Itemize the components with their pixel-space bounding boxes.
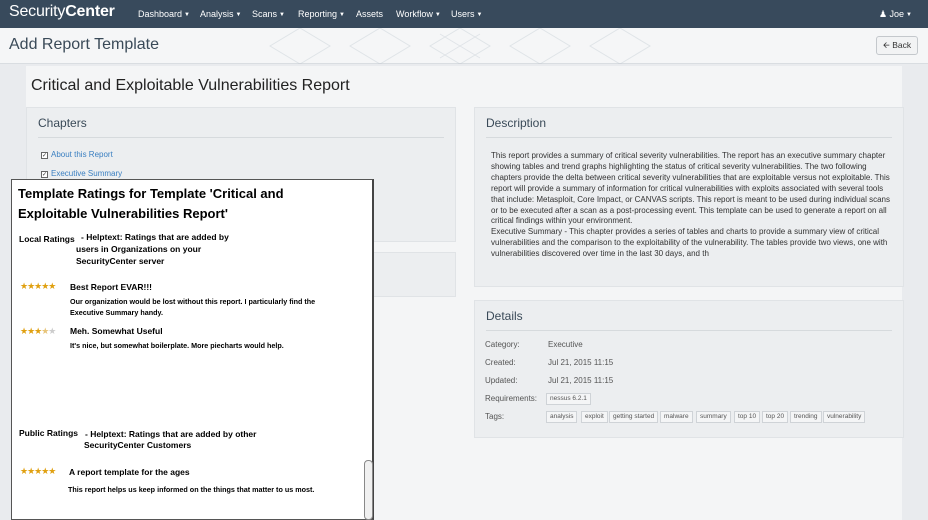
ratings-overlay: Template Ratings for Template 'Critical …: [11, 179, 374, 520]
created-label: Created:: [485, 358, 516, 367]
nav-scans-label: Scans: [252, 9, 278, 19]
created-value: Jul 21, 2015 11:15: [548, 358, 614, 367]
review-title: Best Report EVAR!!!: [70, 282, 153, 292]
tags-label: Tags:: [485, 412, 505, 421]
nav-analysis[interactable]: Analysis ▼: [200, 9, 241, 19]
checkbox-icon[interactable]: ✓: [41, 171, 48, 178]
chapter-item[interactable]: ✓ About this Report: [41, 150, 113, 159]
back-button[interactable]: 🡨 Back: [876, 36, 918, 55]
nav-users[interactable]: Users ▼: [451, 9, 482, 19]
description-paragraph: This report provides a summary of critic…: [491, 151, 890, 226]
header-decoration: [269, 28, 651, 64]
caret-down-icon: ▼: [235, 12, 242, 18]
requirements-label: Requirements:: [485, 394, 538, 403]
star-rating-icon: ★★★★★: [20, 466, 56, 476]
local-ratings-help: users in Organizations on your: [76, 244, 202, 254]
caret-down-icon: ▼: [476, 12, 483, 18]
tag-badge: summary: [696, 411, 731, 423]
tag-badge: trending: [790, 411, 822, 423]
caret-down-icon: ▼: [279, 12, 285, 18]
details-title: Details: [486, 309, 523, 323]
review-title: A report template for the ages: [69, 467, 190, 477]
public-ratings-help: - Helptext: Ratings that are added by ot…: [85, 429, 257, 439]
nav-workflow[interactable]: Workflow ▼: [396, 9, 441, 19]
updated-value: Jul 21, 2015 11:15: [548, 376, 614, 385]
review-body: This report helps us keep informed on th…: [68, 485, 315, 494]
nav-reporting-label: Reporting: [298, 9, 338, 19]
chapters-title: Chapters: [38, 116, 87, 130]
tag-badge: analysis: [546, 411, 578, 423]
public-ratings-help: SecurityCenter Customers: [84, 440, 192, 450]
review-body: Our organization would be lost without t…: [70, 297, 316, 306]
tag-badge: getting started: [609, 411, 659, 423]
caret-down-icon: ▼: [434, 12, 441, 18]
nav-dashboard[interactable]: Dashboard ▼: [138, 9, 190, 19]
chapter-item-label: About this Report: [51, 150, 113, 159]
scrollbar-thumb[interactable]: [364, 460, 373, 520]
back-button-label: Back: [892, 40, 912, 50]
public-ratings-label: Public Ratings: [19, 428, 79, 438]
tag-badge: vulnerability: [823, 411, 866, 423]
chapter-item-label: Executive Summary: [51, 169, 123, 178]
nav-reporting[interactable]: Reporting ▼: [298, 9, 345, 19]
description-text: This report provides a summary of critic…: [491, 151, 891, 260]
brand-text-security: Security: [9, 3, 66, 20]
review-body: It's nice, but somewhat boilerplate. Mor…: [70, 341, 284, 350]
caret-down-icon: ▼: [906, 12, 912, 18]
user-name: Joe: [889, 9, 905, 19]
review-title: Meh. Somewhat Useful: [70, 326, 163, 336]
tag-badge: malware: [660, 411, 693, 423]
checkbox-icon[interactable]: ✓: [41, 152, 48, 159]
local-ratings-help: - Helptext: Ratings that are added by: [81, 232, 229, 242]
requirement-badge: nessus 6.2.1: [546, 393, 591, 405]
ratings-title: Template Ratings for Template 'Critical …: [18, 186, 284, 221]
local-ratings-label: Local Ratings: [19, 234, 75, 244]
caret-down-icon: ▼: [184, 12, 190, 18]
brand-text-center: Center: [65, 3, 115, 20]
nav-analysis-label: Analysis: [200, 9, 234, 19]
divider: [486, 137, 892, 138]
star-rating-icon: ★★★★★: [20, 326, 56, 336]
user-menu[interactable]: ♟ Joe ▼: [879, 9, 912, 20]
nav-assets-label: Assets: [356, 9, 384, 19]
tag-badge: top 10: [734, 411, 761, 423]
nav-dashboard-label: Dashboard: [138, 9, 183, 19]
page-title: Add Report Template: [9, 36, 160, 53]
category-value: Executive: [548, 340, 583, 349]
updated-label: Updated:: [485, 376, 518, 385]
description-paragraph: Executive Summary - This chapter provide…: [491, 227, 888, 259]
divider: [38, 137, 444, 138]
brand-logo[interactable]: SecurityCenter: [9, 3, 115, 21]
tag-badge: exploit: [581, 411, 608, 423]
nav-users-label: Users: [451, 9, 475, 19]
tag-badge: top 20: [762, 411, 789, 423]
page-header: Add Report Template 🡨 Back: [0, 28, 928, 64]
arrow-left-icon: 🡨: [882, 40, 890, 50]
report-title: Critical and Exploitable Vulnerabilities…: [31, 77, 350, 94]
caret-down-icon: ▼: [339, 12, 345, 18]
divider: [486, 330, 892, 331]
description-title: Description: [486, 116, 547, 130]
star-rating-icon: ★★★★★: [20, 281, 56, 291]
nav-workflow-label: Workflow: [396, 9, 433, 19]
chapter-item[interactable]: ✓ Executive Summary: [41, 169, 122, 178]
user-icon: ♟: [878, 9, 888, 19]
nav-scans[interactable]: Scans ▼: [252, 9, 285, 19]
top-navbar: SecurityCenter Dashboard ▼ Analysis ▼ Scan…: [0, 0, 928, 28]
nav-assets[interactable]: Assets: [356, 9, 383, 19]
review-body: Executive Summary handy.: [70, 308, 163, 317]
local-ratings-help: SecurityCenter server: [76, 256, 165, 266]
category-label: Category:: [485, 340, 520, 349]
